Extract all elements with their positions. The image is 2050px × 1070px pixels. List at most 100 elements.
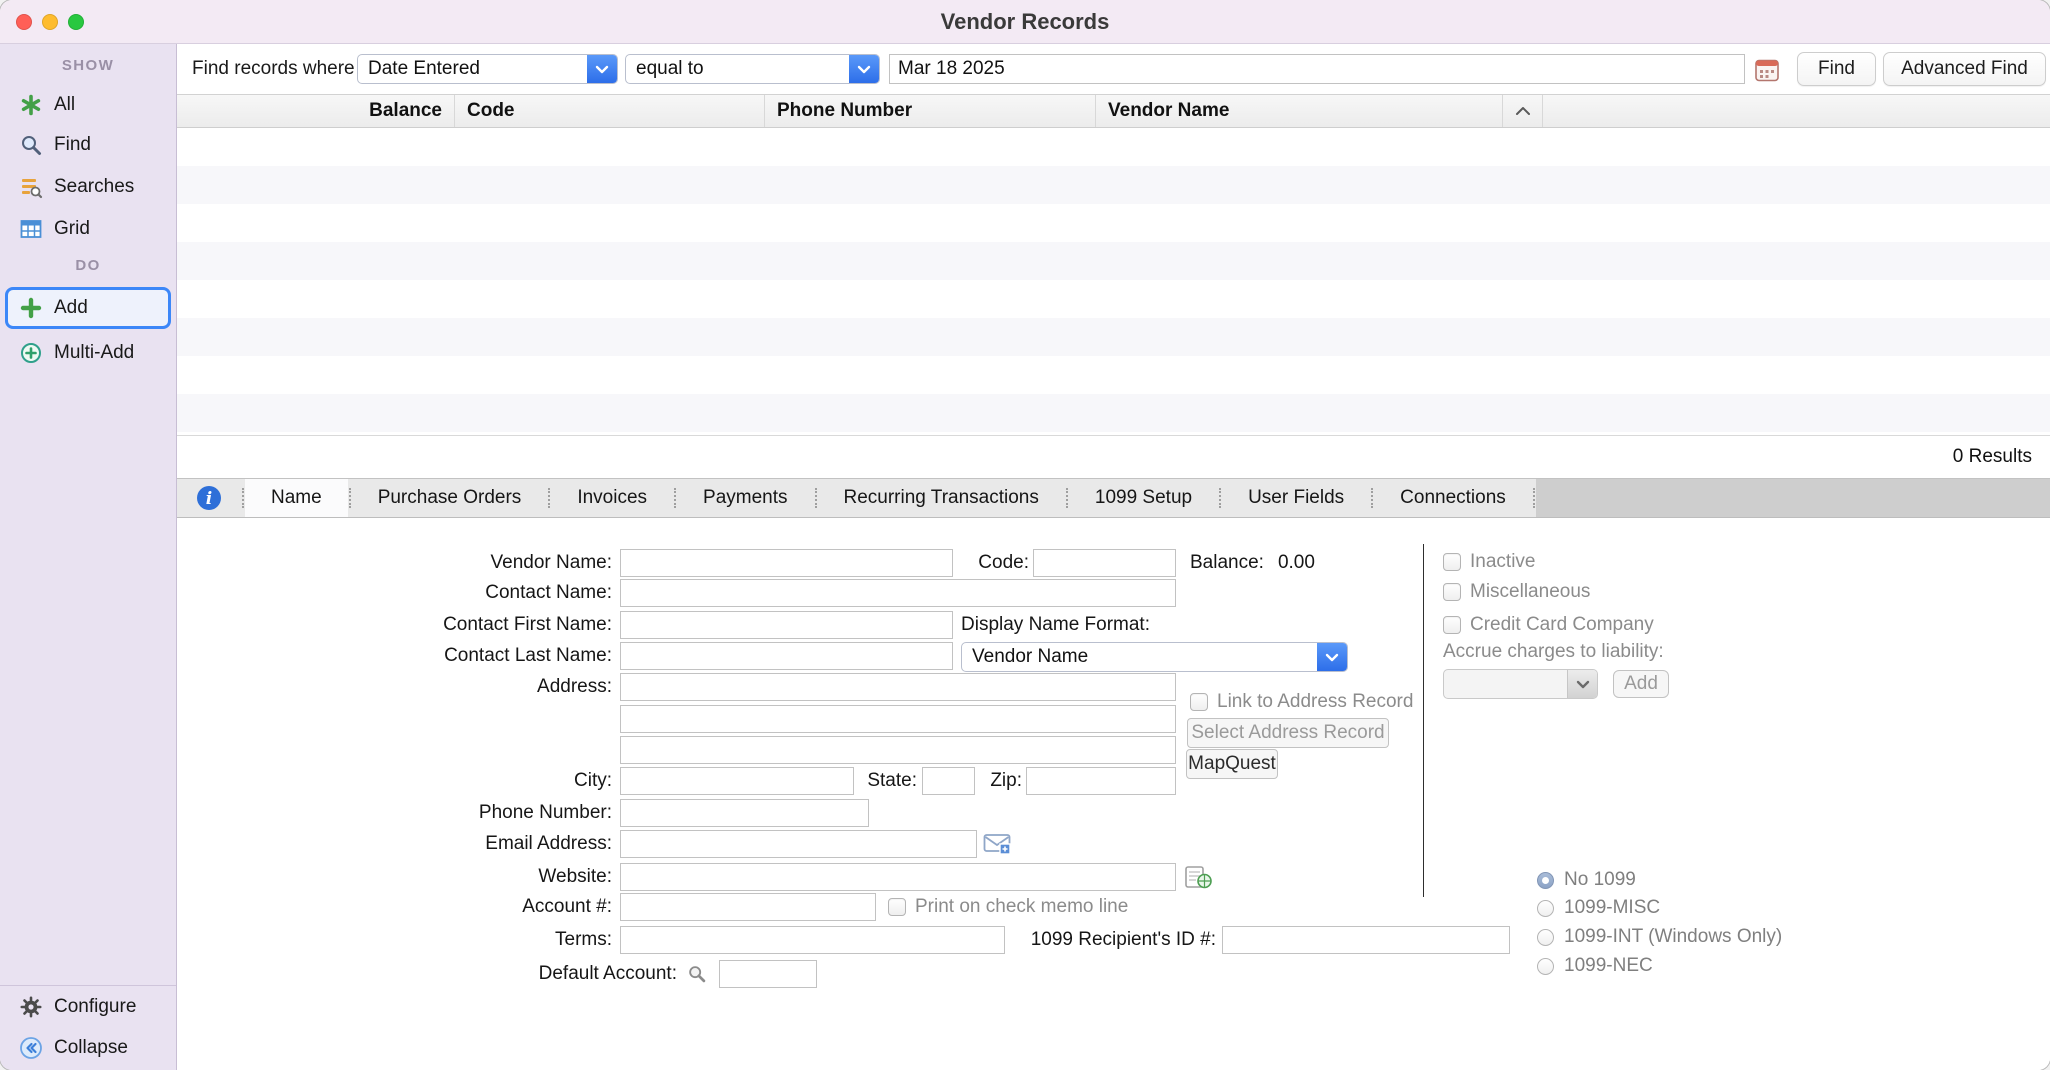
print-on-check-memo-label: Print on check memo line <box>915 896 1128 918</box>
globe-icon <box>1184 865 1212 889</box>
radio-1099-misc-row: 1099-MISC <box>1537 897 1660 919</box>
sidebar-item-grid[interactable]: Grid <box>5 210 171 248</box>
find-field-select[interactable]: Date Entered <box>357 54 618 84</box>
collapse-icon <box>19 1036 43 1060</box>
column-header-balance[interactable]: Balance <box>177 95 455 127</box>
account-lookup-button[interactable] <box>684 962 710 986</box>
column-header-spacer <box>1543 95 2050 127</box>
tab-label: 1099 Setup <box>1095 487 1192 509</box>
sidebar-item-add[interactable]: Add <box>5 287 171 329</box>
default-account-label: Default Account: <box>377 960 677 988</box>
tab-name[interactable]: Name <box>245 479 348 517</box>
select-address-record-button[interactable]: Select Address Record <box>1187 718 1389 748</box>
balance-value: 0.00 <box>1278 552 1315 574</box>
radio-1099-int[interactable] <box>1537 929 1554 946</box>
recipient-id-input[interactable] <box>1222 926 1510 954</box>
vendor-name-input[interactable] <box>620 549 953 577</box>
tab-separator <box>815 488 817 508</box>
app-window: Vendor Records SHOW All Find Searches <box>0 0 2050 1070</box>
date-picker-button[interactable] <box>1753 56 1781 84</box>
gear-icon <box>19 995 43 1019</box>
account-number-input[interactable] <box>620 893 876 921</box>
column-header-vendor-name[interactable]: Vendor Name <box>1096 95 1503 127</box>
tab-label: Payments <box>703 487 787 509</box>
tab-separator <box>1371 488 1373 508</box>
display-name-format-select[interactable]: Vendor Name <box>961 642 1348 672</box>
sidebar-item-searches[interactable]: Searches <box>5 168 171 206</box>
configure-button[interactable]: Configure <box>5 988 171 1026</box>
sidebar-item-label: Find <box>54 134 91 156</box>
tab-separator <box>242 488 244 508</box>
state-label: State: <box>842 767 917 795</box>
column-header-code[interactable]: Code <box>455 95 765 127</box>
info-tab[interactable]: i <box>177 479 241 517</box>
address-line-2-input[interactable] <box>620 705 1176 733</box>
code-input[interactable] <box>1033 549 1176 577</box>
tab-payments[interactable]: Payments <box>677 479 813 517</box>
radio-no-1099-label: No 1099 <box>1564 869 1636 891</box>
terms-label: Terms: <box>312 926 612 954</box>
mapquest-button[interactable]: MapQuest <box>1186 749 1278 779</box>
chevron-down-icon <box>1317 643 1347 671</box>
address-line-1-input[interactable] <box>620 673 1176 701</box>
radio-1099-nec-label: 1099-NEC <box>1564 955 1653 977</box>
tab-recurring-transactions[interactable]: Recurring Transactions <box>818 479 1065 517</box>
open-website-button[interactable] <box>1183 863 1213 891</box>
column-header-phone-number[interactable]: Phone Number <box>765 95 1096 127</box>
radio-1099-nec[interactable] <box>1537 958 1554 975</box>
phone-number-input[interactable] <box>620 799 869 827</box>
select-address-record-label: Select Address Record <box>1191 722 1384 744</box>
default-account-input[interactable] <box>719 960 817 988</box>
sidebar-item-find[interactable]: Find <box>5 126 171 164</box>
collapse-button[interactable]: Collapse <box>5 1029 171 1067</box>
contact-first-name-input[interactable] <box>620 611 953 639</box>
find-value-input[interactable] <box>889 54 1745 84</box>
link-to-address-checkbox[interactable] <box>1190 693 1208 711</box>
form-vertical-divider <box>1423 544 1424 897</box>
miscellaneous-checkbox[interactable] <box>1443 583 1461 601</box>
accrue-liability-select[interactable] <box>1443 669 1598 699</box>
print-on-check-memo-checkbox[interactable] <box>888 898 906 916</box>
sidebar-item-label: Configure <box>54 996 136 1018</box>
sidebar-item-all[interactable]: All <box>5 86 171 124</box>
zip-input[interactable] <box>1026 767 1176 795</box>
sidebar: SHOW All Find Searches Grid DO <box>0 44 177 1070</box>
tab-label: User Fields <box>1248 487 1344 509</box>
inactive-checkbox[interactable] <box>1443 553 1461 571</box>
tab-label: Connections <box>1400 487 1506 509</box>
email-address-input[interactable] <box>620 830 977 858</box>
tab-label: Name <box>271 487 322 509</box>
city-input[interactable] <box>620 767 854 795</box>
radio-no-1099[interactable] <box>1537 872 1554 889</box>
find-field-value: Date Entered <box>358 55 587 83</box>
contact-last-name-input[interactable] <box>620 642 953 670</box>
radio-1099-misc[interactable] <box>1537 900 1554 917</box>
titlebar: Vendor Records <box>0 0 2050 44</box>
sort-ascending-icon[interactable] <box>1503 95 1543 127</box>
accrue-add-button[interactable]: Add <box>1613 670 1669 698</box>
tab-1099-setup[interactable]: 1099 Setup <box>1069 479 1218 517</box>
tab-bar-filler <box>1536 479 2050 517</box>
website-input[interactable] <box>620 863 1176 891</box>
contact-name-input[interactable] <box>620 579 1176 607</box>
accrue-add-label: Add <box>1624 673 1658 695</box>
tab-connections[interactable]: Connections <box>1374 479 1532 517</box>
results-table-body <box>177 128 2050 436</box>
address-line-3-input[interactable] <box>620 736 1176 764</box>
advanced-find-button-label: Advanced Find <box>1901 58 2028 80</box>
find-button[interactable]: Find <box>1797 52 1876 86</box>
tab-label: Purchase Orders <box>378 487 522 509</box>
credit-card-company-checkbox[interactable] <box>1443 616 1461 634</box>
sidebar-item-multi-add[interactable]: Multi-Add <box>5 334 171 372</box>
tab-purchase-orders[interactable]: Purchase Orders <box>352 479 548 517</box>
tab-user-fields[interactable]: User Fields <box>1222 479 1370 517</box>
email-template-button[interactable] <box>982 830 1012 858</box>
advanced-find-button[interactable]: Advanced Find <box>1883 52 2046 86</box>
radio-no-1099-row: No 1099 <box>1537 869 1636 891</box>
main-content: Find records where Date Entered equal to… <box>177 44 2050 1070</box>
sidebar-item-label: Searches <box>54 176 134 198</box>
tab-invoices[interactable]: Invoices <box>551 479 673 517</box>
find-button-label: Find <box>1818 58 1855 80</box>
find-operator-select[interactable]: equal to <box>625 54 880 84</box>
terms-input[interactable] <box>620 926 1005 954</box>
